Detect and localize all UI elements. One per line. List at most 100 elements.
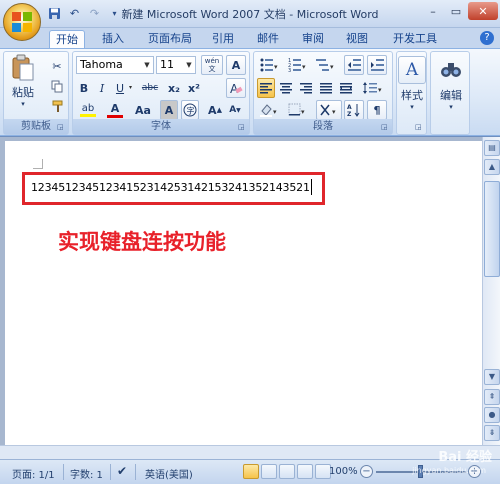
font-launcher-icon[interactable]: ◲ <box>238 123 247 132</box>
character-border-button[interactable]: A <box>226 55 246 75</box>
language-indicator[interactable]: 英语(美国) <box>145 466 193 481</box>
phonetic-guide-button[interactable]: wén 文 <box>201 55 223 75</box>
highlight-button[interactable]: ab <box>76 100 100 120</box>
editing-button[interactable]: 编辑 ▾ <box>435 56 467 111</box>
zoom-out-button[interactable]: − <box>360 465 373 478</box>
word-count[interactable]: 字数: 1 <box>70 466 103 481</box>
justify-button[interactable] <box>317 78 335 98</box>
typed-text[interactable]: 1234512345123415231425314215324135214352… <box>31 181 310 194</box>
cut-icon[interactable]: ✂ <box>48 56 66 76</box>
print-layout-view-button[interactable] <box>243 464 259 479</box>
superscript-button[interactable]: x² <box>185 78 203 98</box>
bullets-button[interactable]: ▾ <box>257 55 283 75</box>
shrink-font-button[interactable]: A ▼ <box>226 100 244 120</box>
annotation-text: 实现键盘连按功能 <box>58 230 226 254</box>
zoom-level[interactable]: 100% <box>329 466 358 477</box>
font-color-label: A <box>110 101 120 115</box>
document-page[interactable]: 1234512345123415231425314215324135214352… <box>5 141 482 445</box>
styles-button[interactable]: A 样式 ▾ <box>398 56 426 111</box>
clipboard-launcher-icon[interactable]: ◲ <box>57 123 66 132</box>
tab-view[interactable]: 视图 <box>341 30 373 48</box>
scroll-up-button[interactable]: ▲ <box>484 159 500 175</box>
tab-mailings[interactable]: 邮件 <box>252 30 284 48</box>
chinese-layout-button[interactable]: ▾ <box>316 100 342 120</box>
distributed-button[interactable] <box>337 78 355 98</box>
clear-formatting-button[interactable]: A <box>226 78 246 98</box>
svg-text:▾: ▾ <box>330 63 334 71</box>
font-name-input[interactable]: Tahoma ▼ <box>76 56 154 74</box>
sort-button[interactable]: AZ <box>344 100 364 120</box>
strikethrough-button[interactable]: abc <box>138 78 162 98</box>
align-left-button[interactable] <box>257 78 275 98</box>
show-marks-button[interactable]: ¶ <box>367 100 387 120</box>
underline-dropdown-icon[interactable]: ▾ <box>129 84 132 91</box>
bold-button[interactable]: B <box>76 78 92 98</box>
shading-button[interactable]: ▾ <box>257 100 283 120</box>
vertical-scrollbar[interactable]: ▤ ▲ ▼ ⇞ ● ⇟ <box>482 137 500 445</box>
subscript-button[interactable]: x₂ <box>165 78 183 98</box>
help-icon[interactable]: ? <box>480 31 494 45</box>
format-painter-icon[interactable] <box>48 96 66 116</box>
tab-insert[interactable]: 插入 <box>95 30 131 48</box>
margin-corner-mark <box>33 159 43 169</box>
svg-text:A: A <box>347 104 352 111</box>
svg-text:▾: ▾ <box>378 86 382 94</box>
page-count[interactable]: 页面: 1/1 <box>12 466 55 481</box>
underline-button[interactable]: U <box>112 78 128 98</box>
tab-page-layout[interactable]: 页面布局 <box>142 30 198 48</box>
maximize-button[interactable]: ▭ <box>445 2 467 20</box>
horizontal-scrollbar[interactable] <box>0 445 500 459</box>
ruler-toggle-icon[interactable]: ▤ <box>484 140 500 156</box>
font-color-swatch <box>107 114 123 118</box>
phonetic-guide-label: wén <box>204 57 220 65</box>
tab-developer[interactable]: 开发工具 <box>387 30 443 48</box>
line-spacing-button[interactable]: ▾ <box>359 78 387 98</box>
chevron-down-icon: ▼ <box>186 61 192 69</box>
document-area: 1234512345123415231425314215324135214352… <box>0 137 482 445</box>
editing-label: 编辑 <box>440 89 462 102</box>
italic-button[interactable]: I <box>94 78 110 98</box>
tab-references[interactable]: 引用 <box>207 30 239 48</box>
scroll-thumb[interactable] <box>484 181 500 277</box>
close-button[interactable]: ✕ <box>468 2 498 20</box>
styles-dropdown-icon: ▾ <box>410 103 414 111</box>
office-button[interactable] <box>3 3 41 41</box>
office-logo-icon <box>12 12 32 32</box>
grow-font-button[interactable]: A ▲ <box>206 100 224 120</box>
tab-review[interactable]: 审阅 <box>297 30 329 48</box>
character-shading-button[interactable]: A <box>160 100 178 120</box>
paragraph-launcher-icon[interactable]: ◲ <box>381 123 390 132</box>
font-color-button[interactable]: A <box>103 100 127 120</box>
status-separator <box>63 464 64 480</box>
increase-indent-button[interactable] <box>367 55 387 75</box>
align-center-button[interactable] <box>277 78 295 98</box>
enclose-characters-button[interactable]: 字 <box>181 100 199 120</box>
font-size-value: 11 <box>160 58 174 71</box>
svg-text:3: 3 <box>288 68 291 72</box>
browse-object-button[interactable]: ● <box>484 407 500 423</box>
tab-home[interactable]: 开始 <box>49 30 85 48</box>
styles-launcher-icon[interactable]: ◲ <box>415 123 424 132</box>
decrease-indent-button[interactable] <box>344 55 364 75</box>
align-right-button[interactable] <box>297 78 315 98</box>
previous-page-button[interactable]: ⇞ <box>484 389 500 405</box>
clipboard-group: 粘贴 ▾ ✂ 剪贴板 ◲ <box>3 51 69 135</box>
change-case-button[interactable]: Aa <box>131 100 155 120</box>
status-separator <box>110 464 111 480</box>
grow-arrow-icon: ▲ <box>216 106 222 114</box>
borders-button[interactable]: ▾ <box>285 100 311 120</box>
web-layout-view-button[interactable] <box>279 464 295 479</box>
outline-view-button[interactable] <box>297 464 313 479</box>
scroll-down-button[interactable]: ▼ <box>484 369 500 385</box>
font-size-input[interactable]: 11 ▼ <box>156 56 196 74</box>
minimize-button[interactable]: – <box>422 2 444 20</box>
proofing-icon[interactable]: ✔ <box>117 464 127 478</box>
next-page-button[interactable]: ⇟ <box>484 425 500 441</box>
multilevel-list-button[interactable]: ▾ <box>313 55 339 75</box>
shrink-font-label: A <box>229 105 237 115</box>
paste-button[interactable]: 粘贴 ▾ <box>8 54 38 108</box>
full-screen-view-button[interactable] <box>261 464 277 479</box>
numbering-button[interactable]: 1 2 3 ▾ <box>285 55 311 75</box>
copy-icon[interactable] <box>48 76 66 96</box>
watermark-logo: Bai 经验 <box>438 450 492 465</box>
